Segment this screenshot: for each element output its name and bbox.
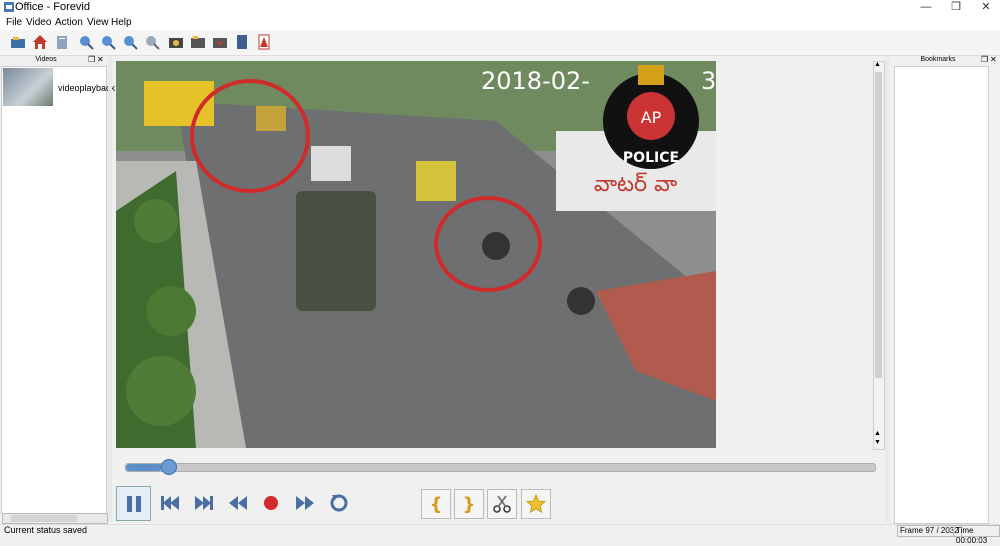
video-timestamp-tail: 3 [701,67,716,95]
pause-button[interactable] [116,486,151,521]
status-message: Current status saved [4,525,88,535]
loop-icon [330,494,348,512]
videos-panel-title: Videos [35,56,57,63]
bookmarks-vertical-scrollbar[interactable] [988,66,999,522]
menu-view[interactable]: View [87,17,109,28]
clipboard-icon[interactable] [54,34,70,50]
app-icon [4,2,14,12]
videos-horizontal-scrollbar[interactable] [2,513,108,524]
time-counter: Time 00:00:03 [953,525,1000,545]
bookmark-button[interactable] [521,489,551,519]
scroll-down-arrow-icon[interactable]: ▼ [874,439,881,446]
videos-panel-close-button[interactable]: ✕ [97,55,104,64]
title-bar [0,0,1000,15]
video-scene: వాటర్ వా 2018-02- 3 AP POLICE [116,61,716,448]
minimize-button[interactable]: — [910,0,942,15]
bookmarks-list[interactable] [894,66,989,524]
rewind-icon [229,496,247,510]
zoom-out-icon[interactable] [100,34,116,50]
record-button[interactable] [257,489,285,517]
zoom-reset-icon[interactable] [144,34,160,50]
export-icon[interactable] [190,34,206,50]
skip-forward-icon [195,496,213,510]
pause-icon [126,495,141,512]
fast-forward-button[interactable] [291,489,319,517]
videos-panel-float-button[interactable]: ❐ [88,55,95,64]
menu-video[interactable]: Video [26,17,51,28]
zoom-fit-icon[interactable] [122,34,138,50]
brace-open-icon: { [430,494,443,515]
close-button[interactable]: ✕ [970,0,1000,15]
video-item-label[interactable]: videoplayback [58,83,115,93]
left-splitter[interactable] [108,56,112,522]
bookmarks-panel-float-button[interactable]: ❐ [981,55,988,64]
video-scrollbar-thumb[interactable] [875,72,882,378]
svg-text:{: { [430,494,443,515]
status-bar [0,524,1000,537]
skip-back-button[interactable] [156,489,184,517]
seek-handle[interactable] [161,459,177,475]
open-folder-icon[interactable] [10,34,26,50]
menu-bar [0,15,1000,30]
mark-in-button[interactable]: { [421,489,451,519]
svg-text:}: } [463,494,476,515]
menu-action[interactable]: Action [55,17,83,28]
fast-forward-icon [296,496,314,510]
signboard-text: వాటర్ వా [594,172,677,197]
menu-file[interactable]: File [6,17,22,28]
record-icon[interactable] [212,34,228,50]
window-title: Office - Forevid [15,1,90,13]
scroll-up-arrow-icon[interactable]: ▲ [874,61,881,68]
restore-button[interactable]: ❐ [940,0,972,15]
rewind-button[interactable] [224,489,252,517]
scissors-icon [493,495,511,513]
logo-text: POLICE [623,150,679,166]
mark-out-button[interactable]: } [454,489,484,519]
record-dot-icon [264,496,278,510]
video-timestamp: 2018-02- [481,67,590,95]
cut-button[interactable] [487,489,517,519]
bookmarks-panel-close-button[interactable]: ✕ [990,55,997,64]
skip-back-icon [161,496,179,510]
bookmarks-panel-title: Bookmarks [920,56,956,63]
home-icon[interactable] [32,34,48,50]
zoom-in-icon[interactable] [78,34,94,50]
video-frame[interactable]: వాటర్ వా 2018-02- 3 AP POLICE [116,61,716,448]
seek-progress [126,464,162,471]
video-thumbnail[interactable] [3,68,53,106]
logo-abbr: AP [641,108,662,127]
right-splitter[interactable] [885,56,889,522]
menu-help[interactable]: Help [111,17,132,28]
loop-button[interactable] [325,489,353,517]
star-icon [525,493,547,514]
pdf-icon[interactable] [256,34,272,50]
snapshot-icon[interactable] [168,34,184,50]
file-icon[interactable] [234,34,250,50]
brace-close-icon: } [463,494,476,515]
seek-bar[interactable] [125,463,876,472]
scroll-up-arrow-icon-2[interactable]: ▲ [874,430,881,437]
frame-counter: Frame 97 / 2032 [897,525,962,537]
videos-list[interactable] [1,66,107,514]
skip-forward-button[interactable] [190,489,218,517]
